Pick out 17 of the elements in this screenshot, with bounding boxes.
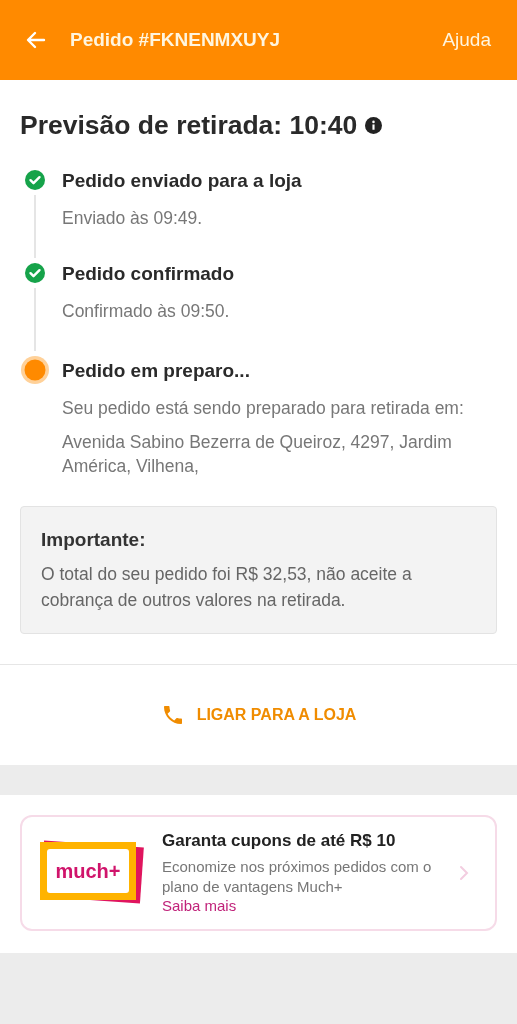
pickup-time-title: Previsão de retirada: 10:40	[20, 110, 358, 141]
step-detail: Enviado às 09:49.	[62, 207, 204, 230]
step-detail: Seu pedido está sendo preparado para retirada em:	[62, 397, 465, 420]
step-title: Pedido confirmado	[62, 263, 235, 285]
chevron-right-icon	[459, 865, 469, 881]
order-title: Pedido #FKNENMXUYJ	[70, 29, 282, 51]
learn-more-link[interactable]: Saiba mais	[162, 897, 237, 914]
promo-text: Economize nos próximos pedidos com o plano de vantagens Much+	[162, 857, 433, 897]
notice-title: Importante:	[41, 529, 147, 551]
info-icon[interactable]	[365, 117, 383, 134]
step-title: Pedido enviado para a loja	[62, 170, 302, 192]
notice-text: O total do seu pedido foi R$ 32,53, não aceite a cobrança de outros valores na retirada.	[41, 563, 413, 612]
step-title: Pedido em preparo...	[62, 360, 251, 382]
promo-card[interactable]: much+ Garanta cupons de até R$ 10 Economize nos próximos pedidos com o plano de vantagens Much+ Saiba mais	[20, 815, 497, 931]
promo-title: Garanta cupons de até R$ 10	[162, 831, 397, 851]
step-detail: Avenida Sabino Bezerra de Queiroz, 4297, Jardim América, Vilhena,	[62, 431, 453, 478]
step-detail: Confirmado às 09:50.	[62, 300, 231, 323]
